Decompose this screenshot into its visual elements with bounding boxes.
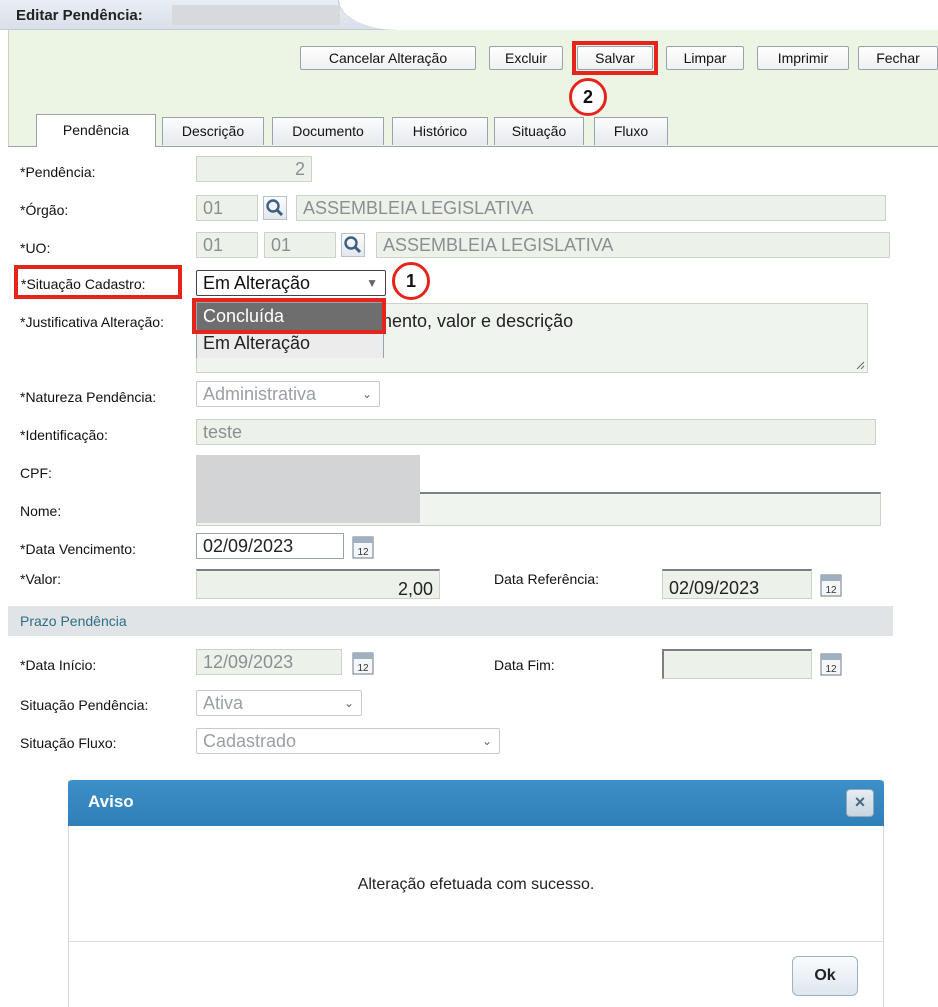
page-title: Editar Pendência: — [16, 7, 143, 24]
tab-descricao[interactable]: Descrição — [162, 117, 264, 145]
tab-situacao[interactable]: Situação — [494, 117, 584, 145]
step-1-badge: 1 — [392, 262, 430, 300]
uo-label: *UO: — [20, 240, 51, 256]
save-highlight-box — [572, 41, 658, 75]
dialog-header — [68, 780, 884, 826]
data-referencia-label: Data Referência: — [494, 571, 600, 587]
chevron-down-icon: ▼ — [366, 276, 378, 290]
pendencia-field: 2 — [196, 156, 312, 182]
situacao-fluxo-select[interactable]: Cadastrado ⌄ — [196, 728, 500, 754]
tab-pendencia[interactable]: Pendência — [36, 114, 156, 147]
ok-button[interactable]: Ok — [792, 956, 858, 996]
dialog-title: Aviso — [88, 792, 134, 811]
clear-button[interactable]: Limpar — [666, 46, 744, 70]
svg-text:12: 12 — [825, 664, 837, 675]
situacao-cadastro-value: Em Alteração — [203, 273, 311, 293]
orgao-search-icon[interactable] — [263, 196, 287, 220]
data-inicio-label: *Data Início: — [20, 657, 97, 673]
justificativa-label: *Justificativa Alteração: — [20, 314, 164, 330]
natureza-label: *Natureza Pendência: — [20, 389, 157, 405]
print-button[interactable]: Imprimir — [757, 46, 849, 70]
situacao-cadastro-select[interactable]: Em Alteração ▼ — [196, 270, 386, 296]
prazo-section-title: Prazo Pendência — [20, 613, 127, 629]
close-icon[interactable]: × — [846, 789, 874, 817]
data-vencimento-field[interactable]: 02/09/2023 — [196, 533, 344, 559]
dropdown-option-em-alteracao[interactable]: Em Alteração — [197, 330, 383, 358]
situacao-pendencia-value: Ativa — [203, 693, 244, 713]
situacao-fluxo-label: Situação Fluxo: — [20, 735, 117, 751]
chevron-down-icon: ⌄ — [481, 734, 492, 748]
delete-button[interactable]: Excluir — [489, 46, 563, 70]
justificativa-text: mento, valor e descrição — [377, 311, 574, 331]
natureza-select[interactable]: Administrativa ⌄ — [196, 381, 380, 407]
svg-text:12: 12 — [825, 585, 837, 596]
identificacao-field[interactable]: teste — [196, 419, 876, 445]
situacao-pendencia-label: Situação Pendência: — [20, 697, 149, 713]
concluida-highlight-box — [192, 298, 386, 334]
pendencia-label: *Pendência: — [20, 164, 96, 180]
calendar-icon[interactable]: 12 — [820, 573, 842, 597]
uo-name-field: ASSEMBLEIA LEGISLATIVA — [376, 232, 890, 258]
data-inicio-field[interactable]: 12/09/2023 — [196, 649, 342, 675]
valor-label: *Valor: — [20, 571, 61, 587]
dialog-divider — [68, 941, 884, 942]
prazo-section-bar — [8, 606, 893, 636]
uo-search-icon[interactable] — [341, 233, 365, 257]
natureza-value: Administrativa — [203, 384, 317, 404]
redacted-cpf-nome — [196, 455, 420, 523]
orgao-name-field: ASSEMBLEIA LEGISLATIVA — [296, 195, 886, 221]
situacao-cadastro-label: *Situação Cadastro: — [21, 276, 146, 292]
uo-code1-field[interactable]: 01 — [196, 232, 258, 258]
identificacao-label: *Identificação: — [20, 427, 108, 443]
tab-documento[interactable]: Documento — [272, 117, 384, 145]
chevron-down-icon: ⌄ — [343, 696, 354, 710]
svg-text:12: 12 — [357, 547, 369, 558]
dialog-message: Alteração efetuada com sucesso. — [357, 876, 595, 893]
tab-fluxo[interactable]: Fluxo — [594, 117, 668, 145]
calendar-icon[interactable]: 12 — [352, 651, 374, 675]
step-2-badge: 2 — [569, 78, 607, 116]
orgao-label: *Órgão: — [20, 202, 69, 218]
calendar-icon[interactable]: 12 — [820, 652, 842, 676]
calendar-icon[interactable]: 12 — [352, 535, 374, 559]
header-curve — [338, 0, 938, 30]
cpf-label: CPF: — [20, 465, 52, 481]
close-button[interactable]: Fechar — [858, 46, 938, 70]
svg-text:12: 12 — [357, 663, 369, 674]
nome-label: Nome: — [20, 503, 62, 519]
data-vencimento-label: *Data Vencimento: — [20, 541, 136, 557]
cancel-edit-button[interactable]: Cancelar Alteração — [300, 46, 476, 70]
chevron-down-icon: ⌄ — [361, 387, 372, 401]
redacted-title-value — [172, 5, 340, 25]
data-fim-label: Data Fim: — [494, 657, 555, 673]
data-fim-field[interactable] — [662, 649, 812, 679]
uo-code2-field[interactable]: 01 — [264, 232, 336, 258]
resize-handle-icon[interactable] — [855, 360, 865, 370]
situacao-fluxo-value: Cadastrado — [203, 731, 297, 751]
tab-historico[interactable]: Histórico — [392, 117, 488, 145]
orgao-code-field[interactable]: 01 — [196, 195, 258, 221]
situacao-pendencia-select[interactable]: Ativa ⌄ — [196, 690, 362, 716]
data-referencia-field[interactable]: 02/09/2023 — [662, 569, 812, 599]
valor-field[interactable]: 2,00 — [196, 569, 440, 599]
